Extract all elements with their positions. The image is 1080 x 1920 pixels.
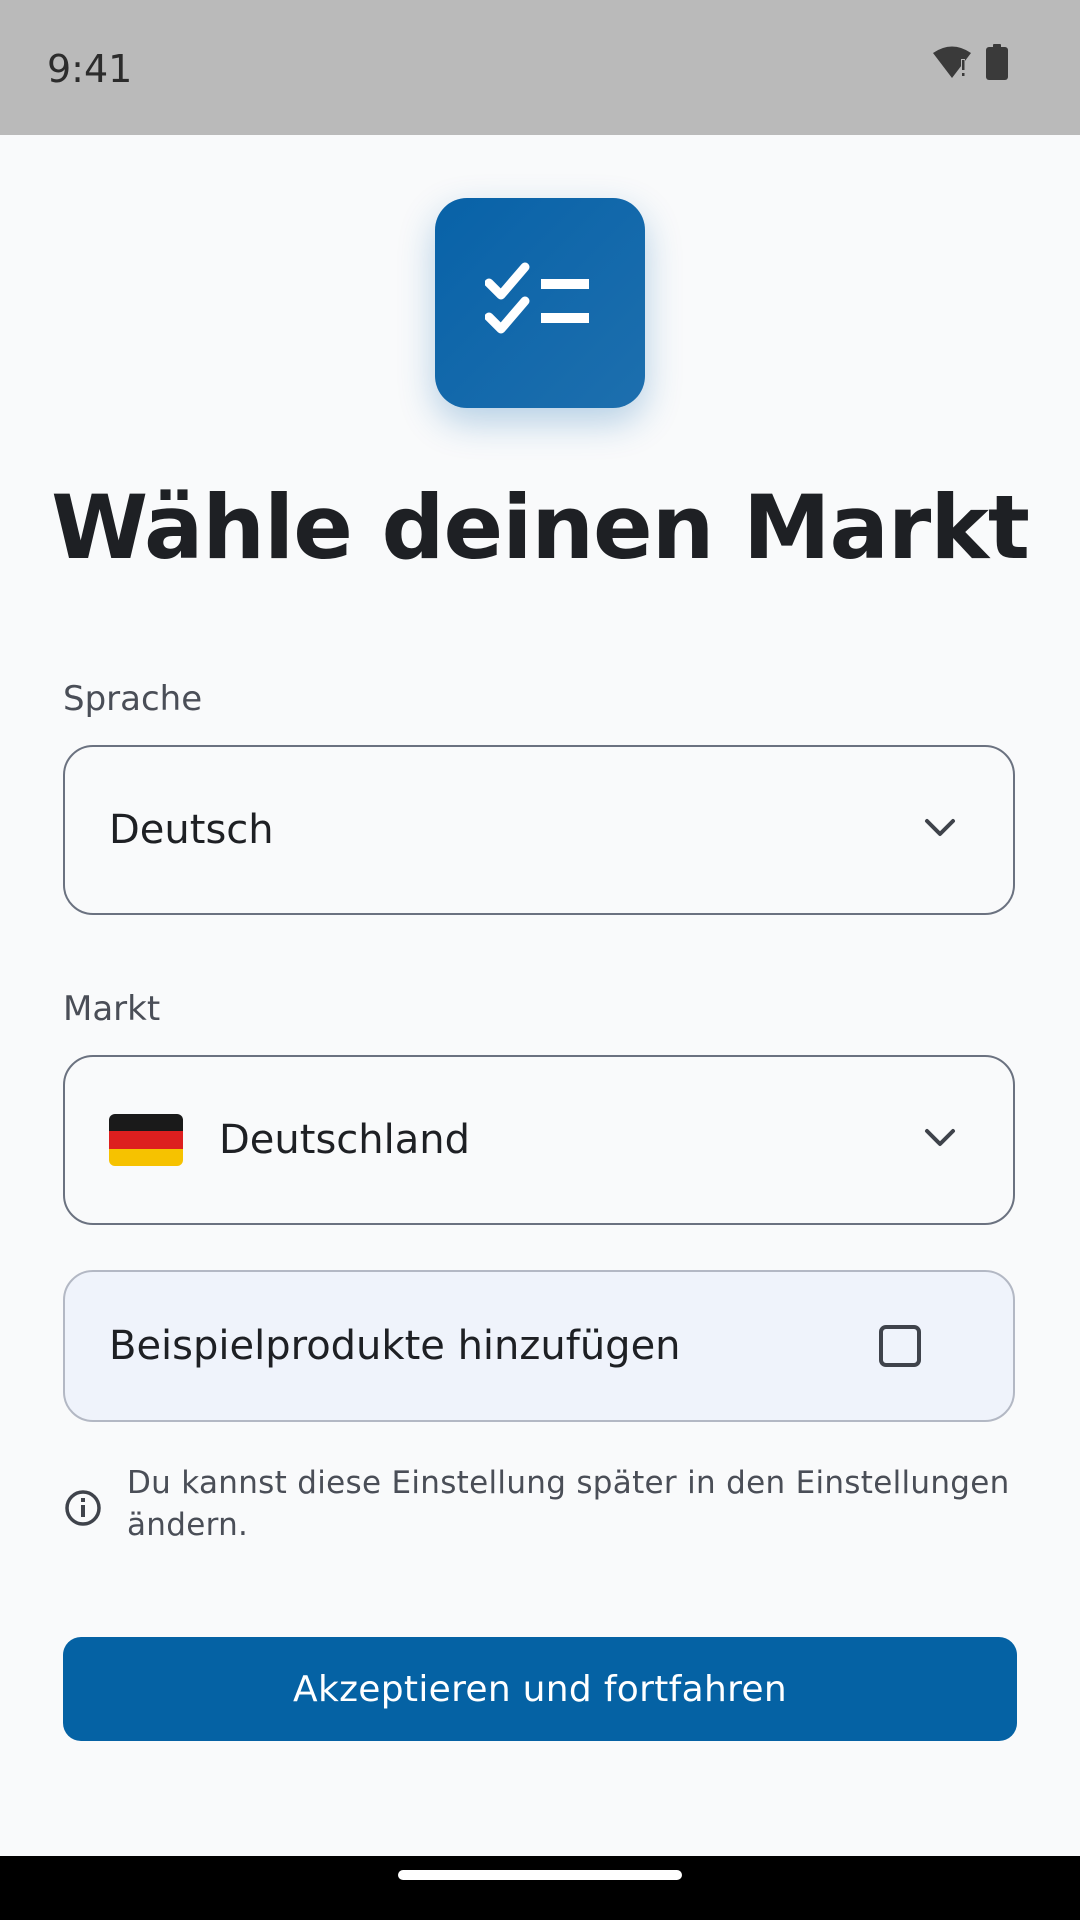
chevron-down-icon xyxy=(923,817,957,843)
page-title: Wähle deinen Markt xyxy=(51,476,1030,579)
info-text: Du kannst diese Einstellung später in de… xyxy=(127,1465,1010,1543)
sample-products-row[interactable]: Beispielprodukte hinzufügen xyxy=(63,1270,1015,1422)
market-select[interactable]: Deutschland xyxy=(63,1055,1015,1225)
accept-continue-button[interactable]: Akzeptieren und fortfahren xyxy=(63,1637,1017,1741)
germany-flag-icon xyxy=(109,1114,183,1166)
status-icons xyxy=(932,44,1008,84)
info-note: Du kannst diese Einstellung später in de… xyxy=(63,1462,1015,1546)
market-select-value: Deutschland xyxy=(219,1117,470,1163)
status-bar: 9:41 xyxy=(0,0,1080,135)
market-label: Markt xyxy=(63,989,161,1029)
home-indicator[interactable] xyxy=(398,1870,682,1880)
app-logo xyxy=(435,198,645,408)
checklist-icon xyxy=(484,261,595,345)
wifi-icon xyxy=(932,44,972,84)
navigation-bar xyxy=(0,1856,1080,1920)
sample-products-checkbox[interactable] xyxy=(879,1325,921,1367)
battery-icon xyxy=(986,44,1008,84)
sample-products-label: Beispielprodukte hinzufügen xyxy=(109,1323,681,1369)
chevron-down-icon xyxy=(923,1127,957,1153)
language-label: Sprache xyxy=(63,679,203,719)
status-time: 9:41 xyxy=(47,47,133,91)
info-icon xyxy=(63,1488,103,1528)
language-select-value: Deutsch xyxy=(109,807,274,853)
language-select[interactable]: Deutsch xyxy=(63,745,1015,915)
